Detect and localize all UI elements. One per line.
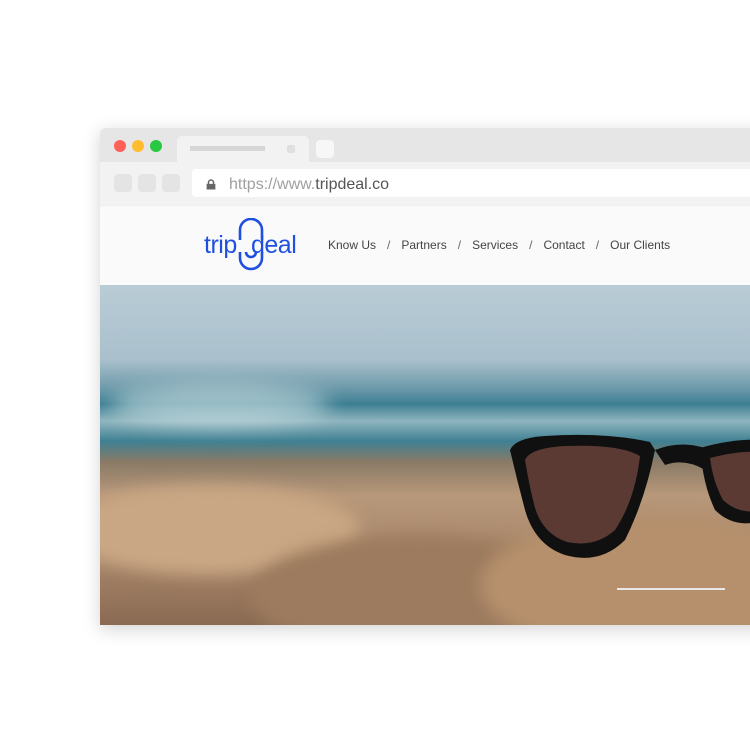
nav-separator: / [595, 238, 600, 252]
reload-button[interactable] [162, 174, 180, 192]
nav-contact[interactable]: Contact [543, 238, 584, 252]
browser-tab[interactable] [177, 136, 309, 164]
tab-close-icon[interactable] [287, 145, 295, 153]
tab-title-placeholder [190, 146, 265, 151]
nav-partners[interactable]: Partners [401, 238, 446, 252]
browser-window: https://www.tripdeal.co trip deal Know U… [100, 128, 750, 625]
minimize-window-button[interactable] [132, 140, 144, 152]
close-window-button[interactable] [114, 140, 126, 152]
url-domain: tripdeal.co [315, 176, 390, 193]
url-prefix: https://www. [229, 176, 316, 193]
nav-separator: / [529, 238, 533, 252]
nav-know-us[interactable]: Know Us [328, 238, 376, 252]
url-field[interactable]: https://www.tripdeal.co [192, 169, 750, 197]
maximize-window-button[interactable] [150, 140, 162, 152]
nav-our-clients[interactable]: Our Clients [610, 238, 670, 252]
tab-bar [100, 128, 750, 164]
tripdeal-logo[interactable]: trip deal [204, 218, 304, 273]
hero-image-beach-sunglasses [100, 285, 750, 625]
main-nav: Know Us / Partners / Services / Contact / Ou… [328, 238, 670, 252]
new-tab-button[interactable] [316, 140, 334, 158]
site-header: trip deal Know Us / Partners / Services / C… [100, 205, 750, 285]
hero-wave [110, 385, 330, 425]
nav-separator: / [457, 238, 462, 252]
forward-button[interactable] [138, 174, 156, 192]
lock-icon [206, 179, 216, 190]
sunglasses-image [510, 434, 750, 558]
nav-separator: / [387, 238, 391, 252]
address-bar-row: https://www.tripdeal.co [100, 162, 750, 205]
slider-progress-indicator[interactable] [617, 588, 725, 590]
svg-text:deal: deal [251, 231, 296, 259]
svg-text:trip: trip [204, 231, 237, 259]
nav-services[interactable]: Services [472, 238, 518, 252]
back-button[interactable] [114, 174, 132, 192]
